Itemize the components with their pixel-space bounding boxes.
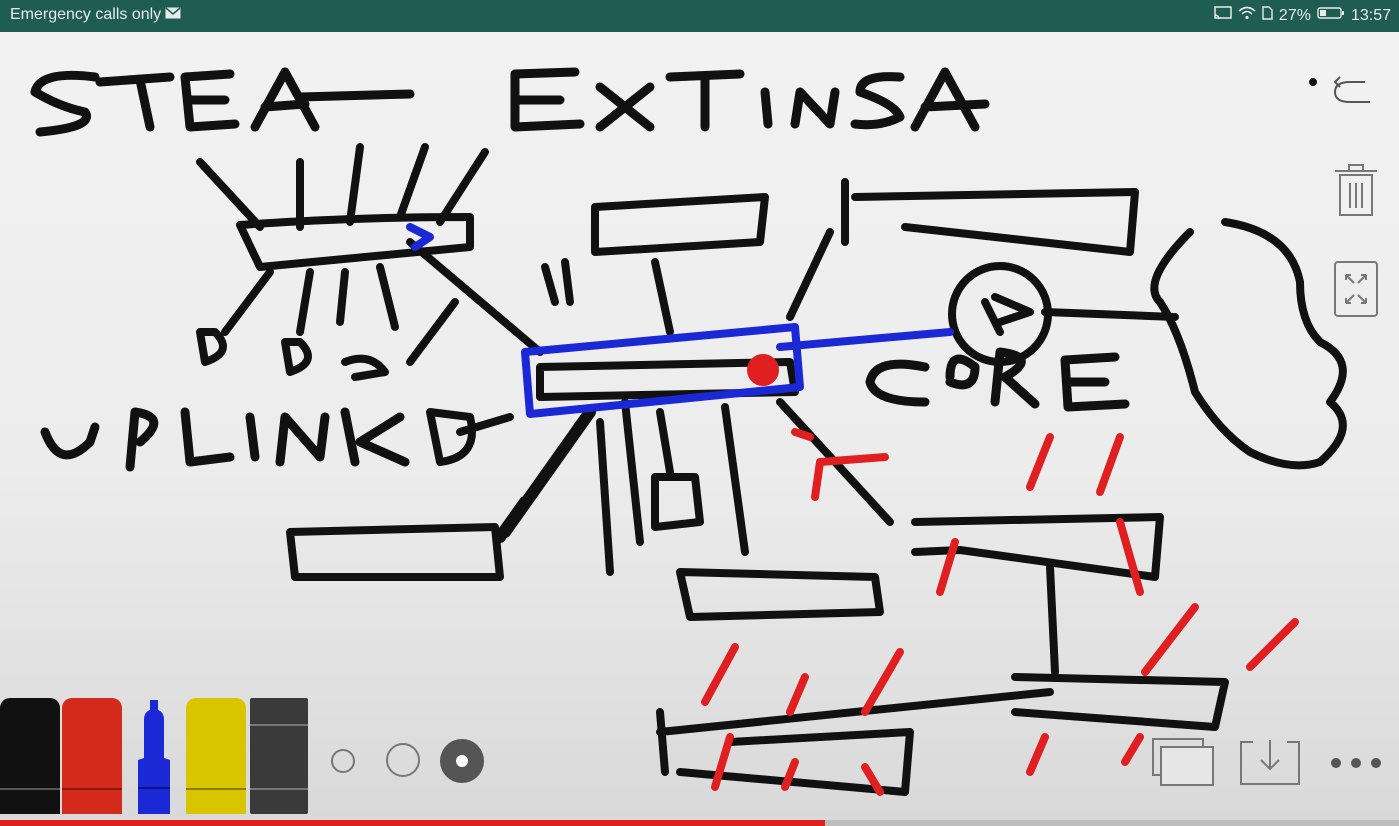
pages-icon <box>1151 737 1215 792</box>
eraser-tool[interactable] <box>250 698 308 814</box>
status-bar-right: 27% 13:57 <box>1214 6 1391 25</box>
marker-blue[interactable] <box>124 698 184 814</box>
sim-icon <box>1262 6 1273 25</box>
video-progress-fill <box>0 820 826 826</box>
more-icon <box>1330 756 1382 774</box>
download-icon <box>1239 738 1301 791</box>
battery-icon <box>1317 6 1345 25</box>
download-button[interactable] <box>1237 737 1303 791</box>
undo-button[interactable] <box>1300 67 1380 117</box>
large-circle-selected-icon <box>439 738 485 789</box>
battery-percent: 27% <box>1278 6 1311 24</box>
marker-black[interactable] <box>0 698 60 814</box>
video-progress-bar[interactable] <box>0 820 1399 826</box>
marker-yellow[interactable] <box>186 698 246 814</box>
clock-time: 13:57 <box>1350 6 1391 24</box>
undo-icon <box>1305 70 1375 115</box>
handwritten-title <box>30 67 990 137</box>
stroke-size-large[interactable] <box>438 738 486 789</box>
medium-circle-icon <box>385 742 421 783</box>
whiteboard-canvas[interactable] <box>0 32 1399 820</box>
blue-marker-icon <box>138 700 170 814</box>
trash-icon <box>1333 163 1379 222</box>
stroke-size-medium[interactable] <box>383 742 423 782</box>
mail-icon <box>165 6 181 24</box>
expand-icon <box>1334 260 1378 322</box>
delete-button[interactable] <box>1328 162 1384 222</box>
wifi-icon <box>1238 6 1256 25</box>
stroke-size-small[interactable] <box>328 748 358 778</box>
network-sketch <box>196 143 1347 796</box>
network-status-text: Emergency calls only <box>10 6 162 23</box>
fullscreen-button[interactable] <box>1332 260 1380 322</box>
pages-button[interactable] <box>1150 737 1216 791</box>
small-circle-icon <box>330 748 356 779</box>
marker-red[interactable] <box>62 698 122 814</box>
status-bar: Emergency calls only 27% 13:57 <box>0 0 1399 32</box>
more-button[interactable] <box>1326 750 1386 780</box>
status-bar-left: Emergency calls only <box>10 6 181 24</box>
cast-icon <box>1214 6 1232 25</box>
